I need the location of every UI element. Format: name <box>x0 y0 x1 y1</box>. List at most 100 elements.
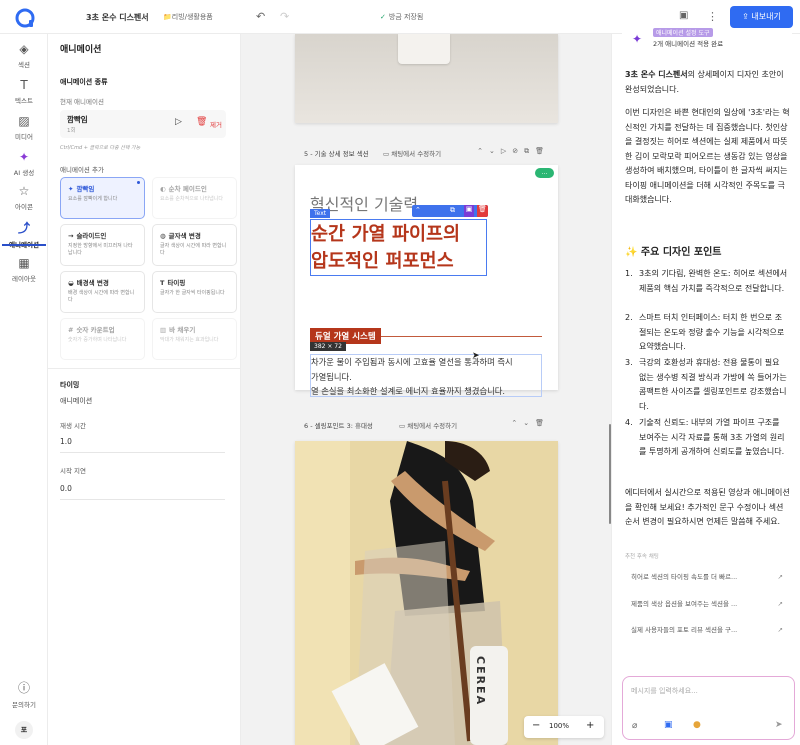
section-5-tech-detail[interactable]: … 혁신적인 기술력 Text ⌃ ⧉ ▣ 🗑 순간 가열 파이프의 압도적인 … <box>295 165 558 397</box>
timing-subheading: 애니메이션 <box>60 397 93 405</box>
suggestion-item[interactable]: 실제 사용자들의 포토 리뷰 섹션을 구... ↗ <box>625 619 787 641</box>
move-up-icon[interactable]: ⌃ <box>415 206 421 214</box>
section-toolbar[interactable]: ⌃⌄▷⊘⧉🗑 <box>477 147 550 156</box>
preview-icon[interactable]: ▣ <box>679 10 688 21</box>
zoom-out-button[interactable]: − <box>532 720 540 731</box>
animation-card-slide-in[interactable]: → 슬라이드인 지정한 방향에서 미끄러져 나타납니다 <box>60 224 145 266</box>
body-line: 열 손실을 최소화한 설계로 에너지 효율까지 챙겼습니다. <box>311 386 506 396</box>
play-icon[interactable]: ▷ <box>175 117 182 127</box>
rail-item-media[interactable]: ▨ 미디어 <box>0 114 48 141</box>
arrow-up-right-icon: ↗ <box>777 626 783 634</box>
rail-item-layout[interactable]: ▦ 레이아웃 <box>0 256 48 283</box>
duplicate-icon[interactable]: ⧉ <box>450 206 455 215</box>
rail-item-section[interactable]: ◈ 섹션 <box>0 42 48 69</box>
type-heading: 애니메이션 종류 <box>60 78 108 86</box>
grid-icon: ▦ <box>18 256 30 270</box>
export-label: 내보내기 <box>751 12 781 21</box>
card-desc: 요소를 순차적으로 나타냅니다 <box>160 196 223 202</box>
animation-card-text-color[interactable]: ◍ 글자색 변경 글자 색상이 시간에 따라 변합니다 <box>152 224 237 266</box>
paperclip-icon[interactable]: ⌀ <box>632 721 637 731</box>
edit-label: 채팅에서 수정하기 <box>407 422 458 430</box>
animation-card-countup[interactable]: # 숫자 카운트업 숫자가 증가하며 나타납니다 <box>60 318 145 360</box>
lightbulb-icon[interactable]: ● <box>693 720 701 730</box>
card-title: 슬라이드인 <box>76 232 107 240</box>
headline-line-2: 압도적인 퍼포먼스 <box>311 251 454 272</box>
zoom-level[interactable]: 100% <box>549 722 569 730</box>
suggestion-text: 히어로 섹션의 타이핑 속도를 더 빠르... <box>631 573 738 581</box>
edit-in-chat-button[interactable]: ▭ 채팅에서 수정하기 <box>399 420 457 430</box>
app-logo-icon[interactable] <box>14 7 36 29</box>
card-desc: 글자 색상이 시간에 따라 변합니다 <box>160 243 227 256</box>
shortcut-hint: Ctrl/Cmd + 클릭으로 다중 선택 가능 <box>60 145 141 151</box>
upload-icon: ⇪ <box>742 12 752 21</box>
timing-heading: 타이밍 <box>60 381 80 389</box>
rail-item-icon[interactable]: ☆ 아이콘 <box>0 184 48 211</box>
delay-input[interactable]: 0.0 <box>60 484 72 493</box>
animation-card-typing[interactable]: T 타이핑 글자가 한 글자씩 타이핑됩니다 <box>152 271 237 313</box>
list-text: 기술적 신뢰도: 내부의 가열 파이프 구조를 보여주는 시각 자료를 통해 3… <box>639 418 785 456</box>
animation-card-sequential-fade[interactable]: ◐ 순차 페이드인 요소를 순차적으로 나타냅니다 <box>152 177 237 219</box>
add-animation-heading: 애니메이션 추가 <box>60 166 104 174</box>
card-desc: 글자가 한 글자씩 타이핑됩니다 <box>160 290 225 296</box>
card-desc: 요소를 깜빡이게 합니다 <box>68 196 118 202</box>
tool-status: 2개 애니메이션 적용 완료 <box>653 40 724 48</box>
body-text[interactable]: 차가운 물이 주입됨과 동시에 고효율 열선을 통과하며 즉시 가열됩니다. 열… <box>310 354 542 397</box>
chat-input[interactable]: 메시지를 입력하세요... ⌀ ▣ ● ➤ <box>622 676 795 740</box>
check-circle-icon: ✓ <box>380 13 386 21</box>
hash-icon: # <box>68 326 74 334</box>
element-toolbar[interactable]: ⌃ ⧉ ▣ 🗑 <box>412 205 488 217</box>
ai-edit-icon[interactable]: ▣ <box>464 205 474 217</box>
remove-button[interactable]: 제거 <box>210 119 222 129</box>
section-6-portability-image[interactable]: CEREA <box>295 441 558 745</box>
undo-icon[interactable]: ↶ <box>256 10 265 23</box>
animation-card-blink[interactable]: ✦ 깜빡임 요소를 깜빡이게 합니다 <box>60 177 145 219</box>
duration-input[interactable]: 1.0 <box>60 437 72 446</box>
rail-label: 아이콘 <box>15 203 33 211</box>
suggestion-item[interactable]: 히어로 섹션의 타이핑 속도를 더 빠르... ↗ <box>625 566 787 588</box>
body-line: 가열됩니다. <box>311 371 352 382</box>
rail-item-help[interactable]: ⓘ 문의하기 <box>0 679 48 709</box>
trash-icon[interactable]: 🗑 <box>196 117 207 127</box>
card-desc: 막대가 채워지는 효과입니다 <box>160 337 219 343</box>
edit-in-chat-button[interactable]: ▭ 채팅에서 수정하기 <box>383 148 441 158</box>
rail-label: 문의하기 <box>12 701 36 709</box>
card-title: 깜빡임 <box>76 185 95 193</box>
text-element-tag: Text <box>310 209 331 218</box>
rail-item-ai[interactable]: ✦ AI 생성 <box>0 150 48 177</box>
comment-badge-icon[interactable]: … <box>535 168 554 178</box>
points-heading: ✨ 주요 디자인 포인트 <box>625 247 722 258</box>
current-animation-item[interactable]: 깜빡임 1회 ▷ 🗑 제거 <box>60 110 226 138</box>
help-circle-icon: ⓘ <box>17 681 30 695</box>
rail-item-text[interactable]: T 텍스트 <box>0 78 48 105</box>
animation-card-bg-color[interactable]: ◒ 배경색 변경 배경 색상이 시간에 따라 변합니다 <box>60 271 145 313</box>
delete-icon[interactable]: 🗑 <box>477 205 488 217</box>
suggestion-item[interactable]: 제품의 색상 옵션을 보여주는 섹션을 ... ↗ <box>625 593 787 615</box>
chat-panel: ✦ 애니메이션 설정 도구 2개 애니메이션 적용 완료 3초 온수 디스펜서의… <box>611 28 800 745</box>
previous-section-image[interactable] <box>295 34 558 123</box>
animation-card-bar-fill[interactable]: ▥ 바 채우기 막대가 채워지는 효과입니다 <box>152 318 237 360</box>
text-cursor-icon: T <box>160 279 165 287</box>
save-status: ✓ 방금 저장됨 <box>380 12 423 22</box>
sparkle-icon: ✦ <box>68 185 74 193</box>
export-button[interactable]: ⇪ 내보내기 <box>730 6 793 28</box>
card-title: 글자색 변경 <box>168 232 201 240</box>
bar-chart-icon: ▥ <box>160 326 167 334</box>
product-image <box>398 34 450 64</box>
avatar[interactable]: 포 <box>15 721 33 739</box>
zoom-in-button[interactable]: + <box>586 720 594 731</box>
category-breadcrumb[interactable]: 📁리빙/생활용품 <box>163 12 213 22</box>
animation-icon: ⤴ <box>17 221 30 235</box>
send-icon[interactable]: ➤ <box>775 720 783 730</box>
more-menu-icon[interactable]: ⋮ <box>707 10 718 23</box>
magic-wand-icon: ✦ <box>18 150 30 164</box>
redo-icon[interactable]: ↷ <box>280 10 289 23</box>
section-toolbar[interactable]: ⌃⌄🗑 <box>511 419 550 427</box>
project-title[interactable]: 3초 온수 디스펜서 <box>86 12 149 23</box>
suggestion-text: 제품의 색상 옵션을 보여주는 섹션을 ... <box>631 600 738 608</box>
image-upload-icon[interactable]: ▣ <box>664 720 673 730</box>
fade-icon: ◐ <box>160 185 166 193</box>
headline[interactable]: 순간 가열 파이프의 압도적인 퍼포먼스 <box>311 221 460 275</box>
product-name: 3초 온수 디스펜서 <box>625 70 688 79</box>
size-indicator: 382 × 72 <box>310 342 346 351</box>
card-title: 배경색 변경 <box>76 279 109 287</box>
